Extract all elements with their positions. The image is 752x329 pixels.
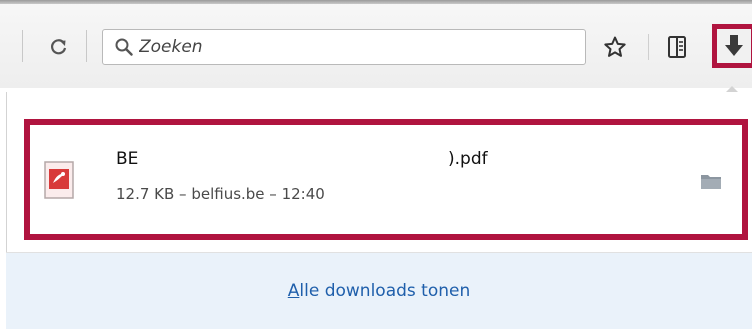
- downloads-button[interactable]: [712, 24, 752, 68]
- search-bar[interactable]: [102, 29, 586, 65]
- reload-icon: [51, 39, 67, 55]
- toolbar-top-border: [0, 0, 752, 4]
- show-all-downloads-link[interactable]: Alle downloads tonen: [288, 281, 471, 301]
- toolbar-divider: [22, 30, 23, 62]
- download-arrow-icon: [725, 35, 743, 56]
- pdf-file-icon: [44, 161, 74, 199]
- toolbar-divider: [86, 30, 87, 62]
- star-icon: [604, 36, 626, 57]
- download-item[interactable]: BE ).pdf 12.7 KB – belfius.be – 12:40: [24, 119, 748, 240]
- folder-icon[interactable]: [700, 172, 722, 190]
- search-input[interactable]: [139, 37, 559, 57]
- reading-list-icon: [668, 36, 686, 58]
- file-name-end: ).pdf: [448, 149, 488, 169]
- download-status: 12.7 KB – belfius.be – 12:40: [116, 185, 325, 203]
- browser-toolbar: [0, 0, 752, 88]
- file-name-start: BE: [116, 149, 139, 169]
- downloads-footer: Alle downloads tonen: [6, 253, 752, 329]
- reload-button[interactable]: [44, 32, 74, 62]
- search-icon: [113, 36, 135, 58]
- bookmark-star-button[interactable]: [598, 31, 632, 63]
- toolbar-divider: [648, 34, 649, 60]
- reading-list-button[interactable]: [660, 31, 694, 63]
- download-file-name: BE ).pdf: [116, 149, 676, 171]
